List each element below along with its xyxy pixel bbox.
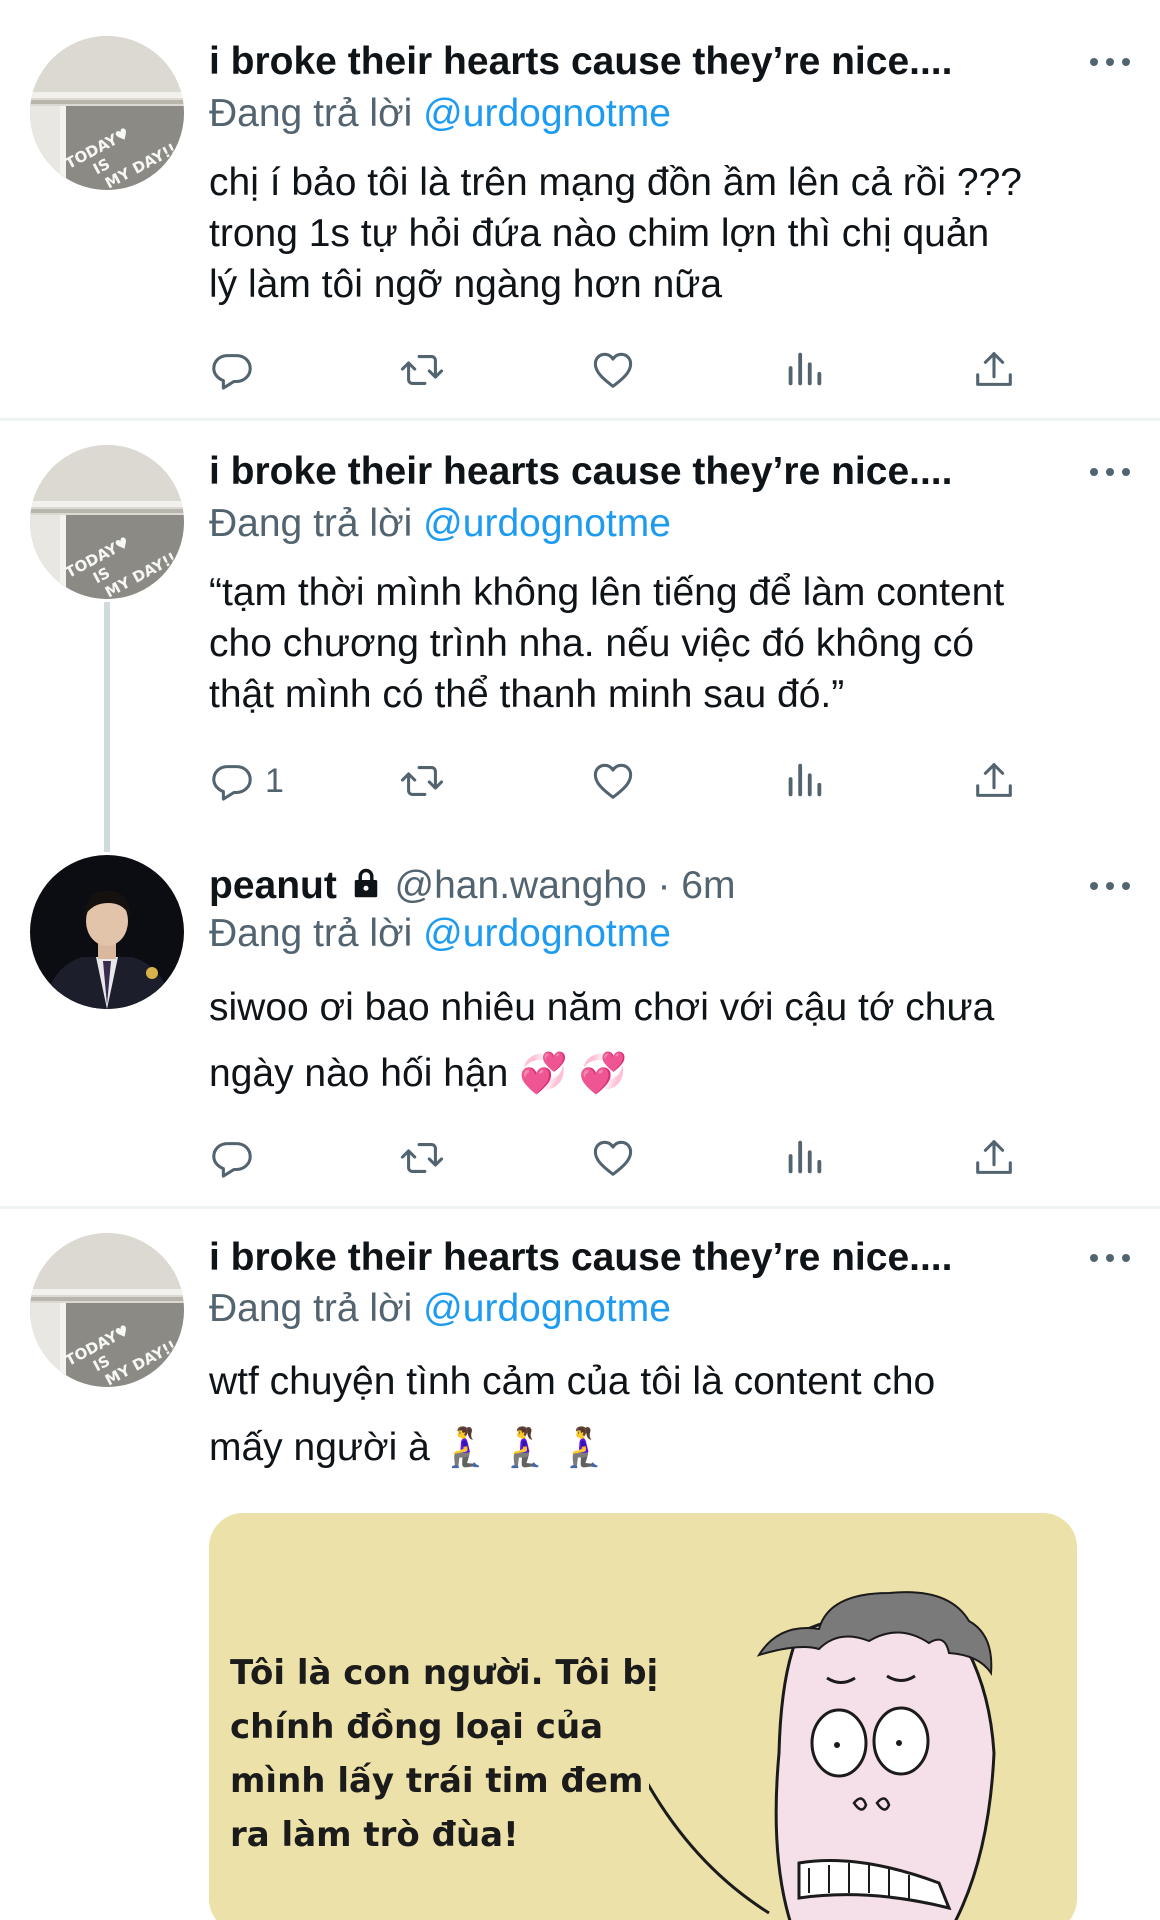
more-icon[interactable] <box>1090 1242 1130 1272</box>
display-name[interactable]: peanut <box>209 864 337 907</box>
reply-button[interactable] <box>209 1128 255 1188</box>
replying-to-label: Đang trả lời <box>209 502 413 545</box>
cartoon-face-illustration <box>649 1591 996 1920</box>
avatar[interactable] <box>30 445 184 599</box>
views-button[interactable] <box>781 751 827 811</box>
views-icon <box>781 347 827 393</box>
tweet-text: chị í bảo tôi là trên mạng đồn ầm lên cả… <box>209 157 1129 310</box>
handle-and-time[interactable]: @han.wangho · 6m <box>395 864 736 907</box>
tweet-text-line: trong 1s tự hỏi đứa nào chim lợn thì chị… <box>209 212 990 255</box>
meme-caption: Tôi là con người. Tôi bị chính đồng loại… <box>230 1646 658 1862</box>
meme-caption-line: chính đồng loại của <box>230 1707 604 1747</box>
mention-link[interactable]: @urdognotme <box>423 1287 671 1330</box>
share-icon <box>971 1135 1017 1181</box>
replying-to-label: Đang trả lời <box>209 92 413 135</box>
avatar[interactable] <box>30 1233 184 1387</box>
tweet-actions <box>209 340 1029 400</box>
reply-icon <box>209 1135 255 1181</box>
replying-to-label: Đang trả lời <box>209 1287 413 1330</box>
display-name[interactable]: i broke their hearts cause they’re nice.… <box>209 1232 952 1284</box>
share-button[interactable] <box>971 751 1017 811</box>
share-icon <box>971 347 1017 393</box>
tweet-text-line: mấy người à 🧎‍♀️ 🧎‍♀️ 🧎‍♀️ <box>209 1426 608 1469</box>
reply-count: 1 <box>265 761 284 800</box>
tweet-text-line: thật mình có thể thanh minh sau đó.” <box>209 673 845 716</box>
meme-caption-line: Tôi là con người. Tôi bị <box>230 1653 659 1693</box>
tweet-header: i broke their hearts cause they’re nice.… <box>209 36 1130 88</box>
share-icon <box>971 758 1017 804</box>
share-button[interactable] <box>971 340 1017 400</box>
tweet-actions: 1 <box>209 751 1029 811</box>
like-button[interactable] <box>590 1128 636 1188</box>
avatar-image <box>30 1233 184 1387</box>
like-icon <box>590 1135 636 1181</box>
avatar-image <box>30 36 184 190</box>
like-button[interactable] <box>590 340 636 400</box>
like-icon <box>590 758 636 804</box>
views-button[interactable] <box>781 340 827 400</box>
replying-to: Đang trả lời @urdognotme <box>209 908 671 960</box>
tweet-header: i broke their hearts cause they’re nice.… <box>209 1232 1130 1284</box>
display-name[interactable]: i broke their hearts cause they’re nice.… <box>209 446 952 498</box>
display-name-row: peanut @han.wangho · 6m <box>209 860 735 912</box>
mention-link[interactable]: @urdognotme <box>423 92 671 135</box>
reply-button[interactable]: 1 <box>209 751 284 811</box>
avatar[interactable] <box>30 36 184 190</box>
like-button[interactable] <box>590 751 636 811</box>
avatar[interactable] <box>30 855 184 1009</box>
like-icon <box>590 347 636 393</box>
retweet-icon <box>399 347 445 393</box>
more-icon[interactable] <box>1090 870 1130 900</box>
reply-icon <box>209 347 255 393</box>
avatar-image <box>30 445 184 599</box>
tweet[interactable]: i broke their hearts cause they’re nice.… <box>0 0 1160 420</box>
tweet[interactable]: i broke their hearts cause they’re nice.… <box>0 421 1160 841</box>
share-button[interactable] <box>971 1128 1017 1188</box>
meme-caption-line: mình lấy trái tim đem <box>230 1761 644 1801</box>
replying-to-label: Đang trả lời <box>209 912 413 955</box>
tweet-media-image[interactable]: Tôi là con người. Tôi bị chính đồng loại… <box>209 1513 1077 1920</box>
retweet-button[interactable] <box>399 751 445 811</box>
tweet[interactable]: peanut @han.wangho · 6m Đang trả lời @ur… <box>0 842 1160 1212</box>
tweet-text: “tạm thời mình không lên tiếng để làm co… <box>209 567 1129 720</box>
retweet-button[interactable] <box>399 340 445 400</box>
replying-to: Đang trả lời @urdognotme <box>209 1283 671 1335</box>
tweet-text: siwoo ơi bao nhiêu năm chơi với cậu tớ c… <box>209 975 1129 1107</box>
mention-link[interactable]: @urdognotme <box>423 502 671 545</box>
tweet-text-line: chị í bảo tôi là trên mạng đồn ầm lên cả… <box>209 161 1022 204</box>
retweet-button[interactable] <box>399 1128 445 1188</box>
tweet-header: i broke their hearts cause they’re nice.… <box>209 446 1130 498</box>
retweet-icon <box>399 1135 445 1181</box>
replying-to: Đang trả lời @urdognotme <box>209 88 671 140</box>
reply-icon <box>209 758 255 804</box>
tweet-actions <box>209 1128 1029 1188</box>
tweet-text-line: lý làm tôi ngỡ ngàng hơn nữa <box>209 263 723 306</box>
more-icon[interactable] <box>1090 456 1130 486</box>
tweet-text-line: wtf chuyện tình cảm của tôi là content c… <box>209 1360 936 1403</box>
lock-icon <box>354 868 377 898</box>
more-icon[interactable] <box>1090 46 1130 76</box>
tweet-text: wtf chuyện tình cảm của tôi là content c… <box>209 1349 1129 1481</box>
tweet-text-line: “tạm thời mình không lên tiếng để làm co… <box>209 571 1005 614</box>
tweet-text-line: cho chương trình nha. nếu việc đó không … <box>209 622 975 665</box>
display-name[interactable]: i broke their hearts cause they’re nice.… <box>209 36 952 88</box>
views-icon <box>781 758 827 804</box>
views-icon <box>781 1135 827 1181</box>
views-button[interactable] <box>781 1128 827 1188</box>
meme-caption-line: ra làm trò đùa! <box>230 1815 519 1855</box>
replying-to: Đang trả lời @urdognotme <box>209 498 671 550</box>
reply-button[interactable] <box>209 340 255 400</box>
avatar-image <box>30 855 184 1009</box>
tweet-text-line: siwoo ơi bao nhiêu năm chơi với cậu tớ c… <box>209 986 995 1029</box>
mention-link[interactable]: @urdognotme <box>423 912 671 955</box>
tweet-header: peanut @han.wangho · 6m <box>209 860 1130 912</box>
retweet-icon <box>399 758 445 804</box>
tweet-text-line: ngày nào hối hận 💞 💞 <box>209 1052 628 1095</box>
